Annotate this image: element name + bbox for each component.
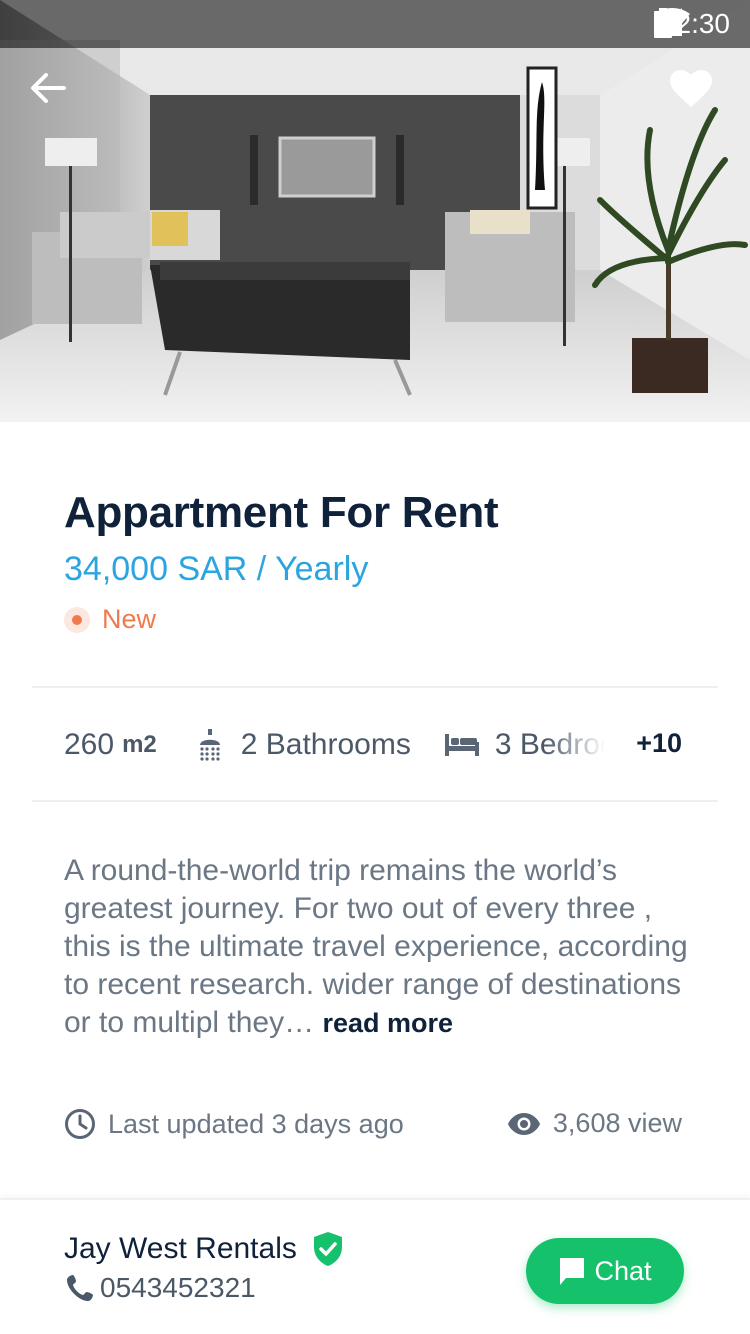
listing-price: 34,000 SAR / Yearly — [64, 550, 369, 588]
dot-icon — [64, 606, 90, 633]
battery-icon — [653, 8, 672, 38]
status-badge-label: New — [102, 604, 157, 634]
listing-title: Appartment For Rent — [64, 488, 499, 537]
agent-name[interactable]: Jay West Rentals — [64, 1232, 343, 1266]
listing-description: A round-the-world trip remains the world… — [64, 852, 694, 1042]
chat-button-label: Chat — [594, 1255, 652, 1286]
bed-icon — [444, 734, 479, 756]
back-button[interactable] — [30, 72, 82, 124]
chat-button[interactable]: Chat — [526, 1238, 684, 1304]
property-features: 260 m2 2 Bathrooms 3 Bedrooms +10 — [64, 722, 686, 768]
favorite-button[interactable] — [670, 70, 722, 122]
read-more-link[interactable]: read more — [322, 1008, 453, 1038]
feature-bathrooms: 2 Bathrooms — [197, 728, 411, 762]
feature-area: 260 m2 — [64, 728, 157, 762]
phone-icon — [67, 1275, 93, 1301]
verified-shield-icon — [313, 1232, 342, 1266]
chat-bubble-icon — [560, 1258, 585, 1285]
text-fade — [544, 728, 605, 762]
feature-bedrooms: 3 Bedrooms — [444, 728, 605, 762]
shower-icon — [199, 729, 220, 761]
heart-icon — [670, 70, 712, 107]
last-updated-label: Last updated 3 days ago — [108, 1108, 404, 1139]
living-room-photo — [0, 0, 750, 422]
property-hero-image: 12:30 — [0, 0, 750, 422]
last-updated: Last updated 3 days ago — [64, 1108, 404, 1140]
divider — [32, 686, 718, 688]
agent-phone-number: 0543452321 — [100, 1272, 256, 1303]
status-bar: 12:30 — [0, 0, 750, 48]
view-count: 3,608 view — [507, 1108, 682, 1139]
clock-icon — [65, 1109, 95, 1139]
agent-footer: Jay West Rentals 0543452321 Chat — [0, 1198, 750, 1334]
divider — [32, 800, 718, 802]
agent-phone[interactable]: 0543452321 — [64, 1272, 256, 1304]
eye-icon — [507, 1112, 540, 1135]
bathrooms-label: 2 Bathrooms — [240, 728, 411, 761]
status-badge: New — [64, 604, 156, 635]
more-features-button[interactable]: +10 — [636, 728, 682, 759]
agent-name-label: Jay West Rentals — [64, 1232, 297, 1265]
area-unit: m2 — [122, 731, 157, 758]
arrow-left-icon — [31, 73, 66, 103]
view-count-label: 3,608 view — [552, 1108, 682, 1138]
area-value: 260 — [64, 728, 115, 761]
